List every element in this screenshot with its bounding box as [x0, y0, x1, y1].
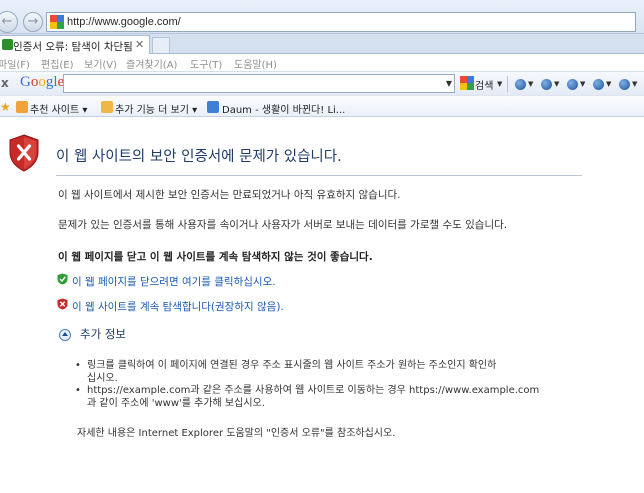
- shield-warning-icon: [57, 298, 68, 310]
- chevron-down-icon[interactable]: ▼: [554, 80, 559, 88]
- toolbar-globe-icon[interactable]: [515, 79, 526, 90]
- recommended-sites-icon: [16, 101, 28, 113]
- search-dropdown-icon[interactable]: ▼: [497, 80, 502, 88]
- toolbar-globe-icon[interactable]: [593, 79, 604, 90]
- toolbar-globe-icon[interactable]: [619, 79, 630, 90]
- certificate-icon: [2, 39, 13, 50]
- continue-site-link[interactable]: 이 웹 사이트를 계속 탐색합니다(권장하지 않음).: [72, 299, 284, 314]
- tab-title: 인증서 오류: 탐색이 차단됨: [13, 41, 133, 53]
- chevron-down-icon[interactable]: ▼: [446, 79, 452, 88]
- toolbar-globe-icon[interactable]: [541, 79, 552, 90]
- recommendation-text: 이 웹 페이지를 닫고 이 웹 사이트를 계속 탐색하지 않는 것이 좋습니다.: [58, 251, 373, 263]
- paragraph-expired: 이 웹 사이트에서 제시한 보안 인증서는 만료되었거나 아직 유효하지 않습니…: [58, 189, 401, 201]
- back-button[interactable]: ←: [0, 11, 18, 33]
- google-toolbar: x Google ▼ 검색 ▼ ▼ ▼ ▼ ▼ ▼: [0, 71, 644, 95]
- info-bullet-www-line2: 과 같이 주소에 'www'를 추가해 보십시오.: [87, 398, 265, 409]
- menu-edit[interactable]: 편집(E): [41, 56, 74, 71]
- menu-bar: 파일(F) 편집(E) 보기(V) 즐겨찾기(A) 도구(T) 도움말(H): [0, 54, 644, 71]
- info-bullet-address: 링크를 클릭하여 이 페이지에 연결된 경우 주소 표시줄의 웹 사이트 주소가…: [75, 359, 587, 385]
- google-favicon-icon: [50, 15, 64, 29]
- addons-icon: [101, 101, 113, 113]
- new-tab-button[interactable]: [152, 37, 170, 53]
- chevron-down-icon[interactable]: ▼: [632, 80, 637, 88]
- address-row: ← → http://www.google.com/: [0, 0, 644, 34]
- chevron-down-icon[interactable]: ▼: [606, 80, 611, 88]
- favorites-bar: ★ 추천 사이트 ▾ 추가 기능 더 보기 ▾ Daum - 생활이 바뀐다! …: [0, 95, 644, 117]
- menu-view[interactable]: 보기(V): [84, 56, 117, 71]
- address-bar[interactable]: http://www.google.com/: [46, 12, 636, 32]
- chevron-down-icon[interactable]: ▼: [528, 80, 533, 88]
- tab-close-icon[interactable]: ✕: [135, 38, 144, 51]
- daum-icon: [207, 101, 219, 113]
- google-search-button[interactable]: 검색: [475, 77, 493, 92]
- collapse-up-icon[interactable]: [59, 329, 71, 341]
- title-divider: [56, 175, 582, 176]
- close-page-link[interactable]: 이 웹 페이지를 닫으려면 여기를 클릭하십시오.: [72, 274, 276, 289]
- shield-error-icon: [9, 134, 39, 172]
- favorites-daum[interactable]: Daum - 생활이 바뀐다! Li...: [222, 101, 345, 116]
- paragraph-risk: 문제가 있는 인증서를 통해 사용자를 속이거나 사용자가 서버로 보내는 데이…: [58, 219, 508, 231]
- address-url[interactable]: http://www.google.com/: [67, 16, 181, 28]
- toolbar-globe-icon[interactable]: [567, 79, 578, 90]
- info-bullet-www-line1: https://example.com과 같은 주소를 사용하여 웹 사이트로 …: [87, 385, 540, 396]
- menu-tools[interactable]: 도구(T): [190, 56, 222, 71]
- more-info-toggle[interactable]: 추가 정보: [80, 326, 126, 342]
- shield-ok-icon: [57, 273, 68, 285]
- certificate-error-page: 이 웹 사이트의 보안 인증서에 문제가 있습니다. 이 웹 사이트에서 제시한…: [0, 117, 644, 493]
- tab-certificate-error[interactable]: 인증서 오류: 탐색이 차단됨 ✕: [0, 35, 150, 54]
- info-bullet-address-line1: 링크를 클릭하여 이 페이지에 연결된 경우 주소 표시줄의 웹 사이트 주소가…: [87, 360, 497, 371]
- google-search-input[interactable]: ▼: [63, 74, 455, 93]
- favorites-star-icon[interactable]: ★: [0, 100, 11, 114]
- page-title: 이 웹 사이트의 보안 인증서에 문제가 있습니다.: [56, 149, 342, 165]
- favorites-recommended-sites[interactable]: 추천 사이트 ▾: [30, 101, 87, 116]
- forward-button[interactable]: →: [23, 12, 43, 32]
- menu-favorites[interactable]: 즐겨찾기(A): [126, 56, 177, 71]
- toolbar-divider: [507, 76, 508, 92]
- google-search-icon[interactable]: [460, 76, 474, 90]
- tab-row: 인증서 오류: 탐색이 차단됨 ✕: [0, 34, 644, 54]
- menu-help[interactable]: 도움말(H): [234, 56, 277, 71]
- info-bullet-www: https://example.com과 같은 주소를 사용하여 웹 사이트로 …: [75, 384, 587, 410]
- menu-file[interactable]: 파일(F): [0, 56, 30, 71]
- toolbar-close-icon[interactable]: x: [1, 76, 9, 90]
- help-reference-text: 자세한 내용은 Internet Explorer 도움말의 "인증서 오류"를…: [77, 428, 396, 439]
- arrow-right-icon: →: [27, 14, 39, 29]
- chevron-down-icon[interactable]: ▼: [580, 80, 585, 88]
- favorites-more-addons[interactable]: 추가 기능 더 보기 ▾: [115, 101, 197, 116]
- google-logo: Google: [20, 74, 65, 90]
- arrow-left-icon: ←: [1, 14, 13, 29]
